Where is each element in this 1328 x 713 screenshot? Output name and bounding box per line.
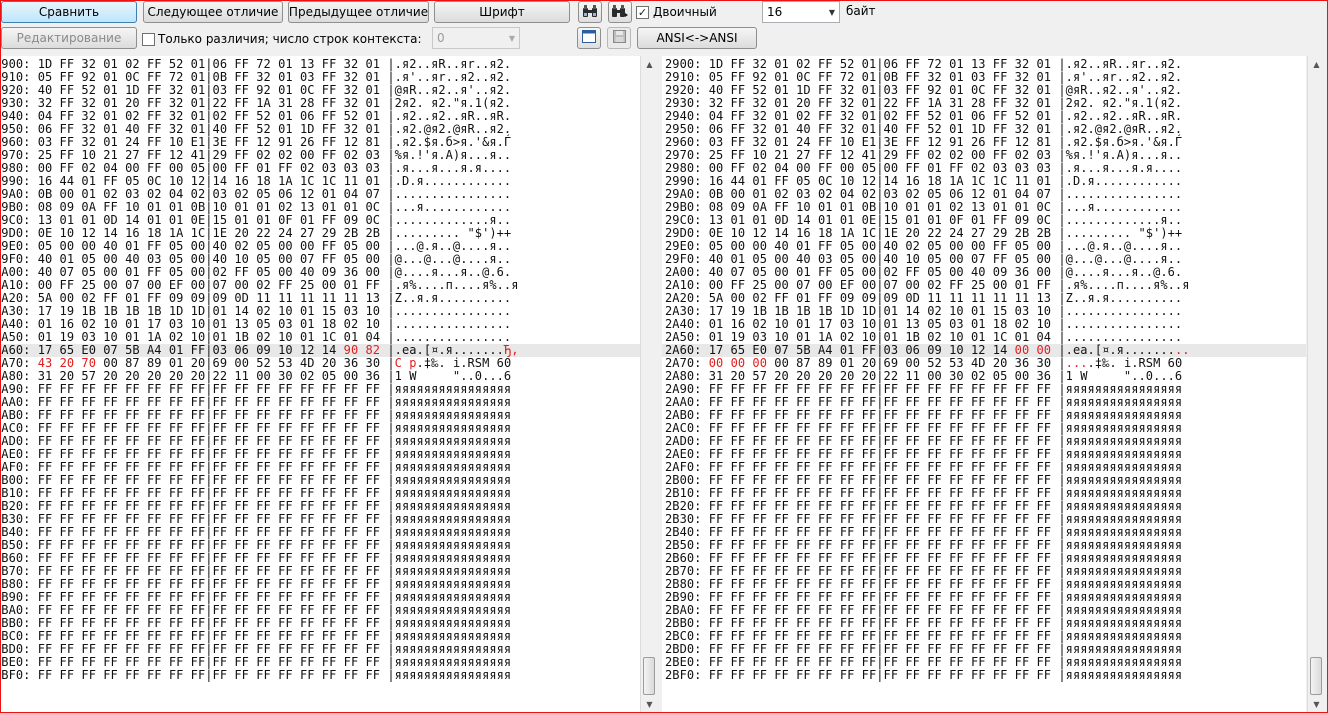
prev-diff-button[interactable]: Предыдущее отличие (288, 1, 429, 23)
chevron-down-icon: ▼ (508, 34, 515, 43)
scroll-down-icon[interactable]: ▼ (641, 696, 658, 713)
ansi-conversion-button[interactable]: ANSI<->ANSI (637, 27, 757, 49)
context-lines-select[interactable]: 0 ▼ (432, 27, 520, 49)
find-next-button[interactable] (608, 1, 632, 23)
edit-button[interactable]: Редактирование (1, 27, 137, 49)
only-diff-checkbox[interactable] (142, 33, 155, 46)
bytes-value: 16 (767, 5, 783, 19)
window-icon (582, 30, 596, 46)
context-lines-value: 0 (437, 31, 445, 45)
bytes-select[interactable]: 16 ▼ (762, 1, 840, 23)
find-button[interactable] (578, 1, 602, 23)
save-icon (612, 30, 626, 46)
bytes-unit-label: байт (846, 4, 876, 18)
binary-label: Двоичный (653, 5, 717, 19)
right-hex-pane[interactable]: 2900: 1D FF 32 01 02 FF 52 01|06 FF 72 0… (662, 56, 1306, 713)
left-hex-lines: 2900: 1D FF 32 01 02 FF 52 01|06 FF 72 0… (0, 58, 519, 682)
scroll-up-icon[interactable]: ▲ (1308, 56, 1325, 73)
right-scrollbar[interactable]: ▲ ▼ (1307, 56, 1328, 713)
left-hex-pane[interactable]: 2900: 1D FF 32 01 02 FF 52 01|06 FF 72 0… (0, 56, 640, 713)
compare-button[interactable]: Сравнить (1, 1, 137, 23)
scroll-down-icon[interactable]: ▼ (1308, 696, 1325, 713)
font-button[interactable]: Шрифт (434, 1, 570, 23)
save-button[interactable] (607, 27, 631, 49)
left-scrollbar[interactable]: ▲ ▼ (640, 56, 658, 713)
next-diff-button[interactable]: Следующее отличие (143, 1, 283, 23)
binoculars-next-icon (611, 4, 629, 21)
chevron-down-icon: ▼ (828, 8, 835, 17)
right-hex-lines: 2900: 1D FF 32 01 02 FF 52 01|06 FF 72 0… (665, 58, 1190, 682)
view-toggle-button[interactable] (577, 27, 601, 49)
scroll-up-icon[interactable]: ▲ (641, 56, 658, 73)
left-hex-row: 2BF0: FF FF FF FF FF FF FF FF|FF FF FF F… (0, 668, 512, 682)
only-diff-label: Только различия; число строк контекста: (158, 32, 422, 46)
right-scroll-thumb[interactable] (1310, 657, 1322, 695)
binoculars-icon (582, 4, 598, 21)
right-hex-row: 2BF0: FF FF FF FF FF FF FF FF|FF FF FF F… (665, 668, 1183, 682)
binary-checkbox[interactable]: ✓ (636, 6, 649, 19)
left-scroll-thumb[interactable] (643, 657, 655, 695)
